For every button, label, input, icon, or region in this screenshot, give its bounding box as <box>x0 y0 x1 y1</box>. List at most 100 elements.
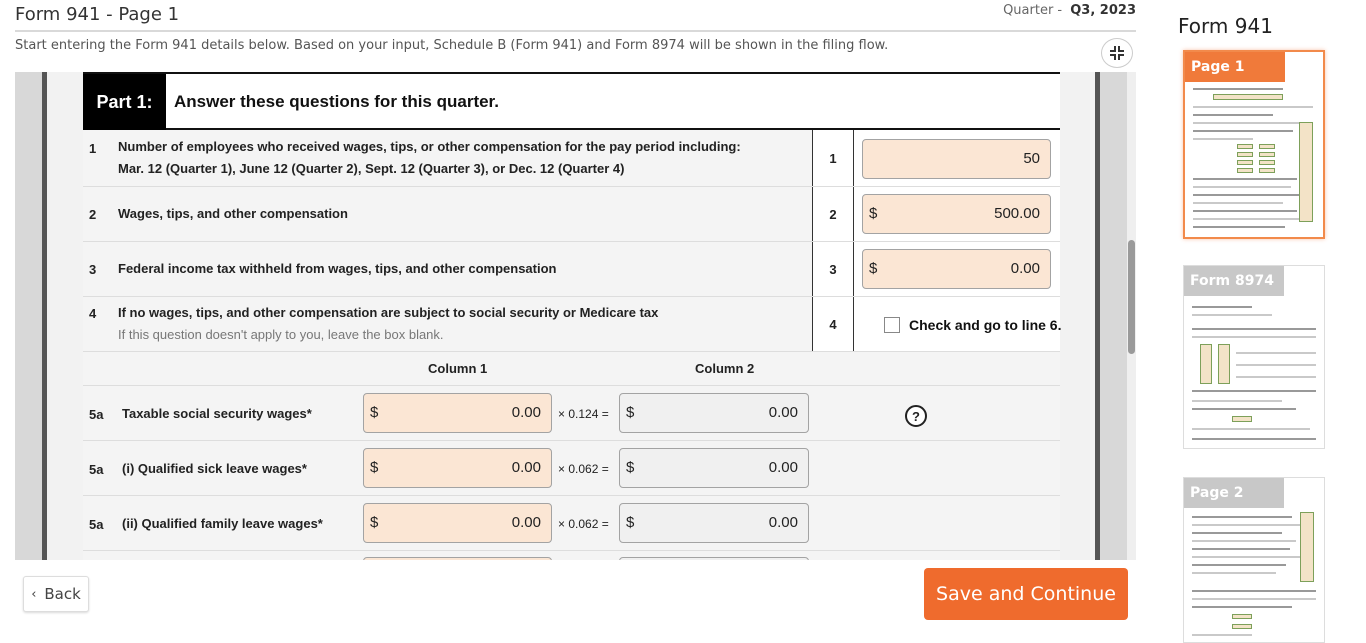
thumbnail-label: Form 8974 <box>1184 266 1284 296</box>
line-box-number: 4 <box>812 297 854 351</box>
line1-value-cell: 50 <box>854 130 1060 186</box>
line-box-number: 3 <box>812 242 854 296</box>
family-leave-col1-value: 0.00 <box>511 514 541 531</box>
line-box-number: 1 <box>812 130 854 186</box>
line5a-row: 5a Taxable social security wages* $ 0.00… <box>83 386 1060 441</box>
line1-label-text: Number of employees who received wages, … <box>118 139 741 154</box>
viewport-right-rail <box>1095 72 1131 560</box>
line-number: 5a <box>89 407 104 422</box>
line2-label: Wages, tips, and other compensation <box>118 206 348 221</box>
line1-label-text-2: Mar. 12 (Quarter 1), June 12 (Quarter 2)… <box>118 161 625 176</box>
thumbnail-page-2[interactable]: Page 2 <box>1183 477 1325 643</box>
federal-tax-withheld-value: 0.00 <box>1010 260 1040 277</box>
multiplier-text: × 0.062 = <box>558 517 609 531</box>
line2-value-cell: $ 500.00 <box>854 187 1060 241</box>
line3-label: Federal income tax withheld from wages, … <box>118 261 557 276</box>
quarter-indicator: Quarter - Q3, 2023 <box>1003 3 1136 18</box>
line4-label: If no wages, tips, and other compensatio… <box>118 302 808 346</box>
form-page: Part 1: Answer these questions for this … <box>83 72 1061 560</box>
line1-label: Number of employees who received wages, … <box>118 136 808 180</box>
collapse-arrows-icon <box>1110 46 1124 60</box>
thumbnail-form-8974[interactable]: Form 8974 <box>1183 265 1325 449</box>
line3-value-cell: $ 0.00 <box>854 242 1060 296</box>
sick-leave-col2-value: 0.00 <box>768 459 798 476</box>
multiplier-text: × 0.062 = <box>558 462 609 476</box>
line-number: 5a <box>89 462 104 477</box>
form-viewport[interactable]: Part 1: Answer these questions for this … <box>15 72 1136 560</box>
page-navigator-sidebar: Form 941 Page 1 Form 8974 Page 2 <box>1161 0 1366 643</box>
back-button[interactable]: ‹ Back <box>23 576 89 612</box>
help-icon[interactable]: ? <box>905 405 927 427</box>
line1-row: 1 Number of employees who received wages… <box>83 130 1060 187</box>
ss-wages-col2-field: $ 0.00 <box>619 393 809 433</box>
back-button-label: Back <box>44 585 81 603</box>
part1-label: Part 1: <box>83 74 166 130</box>
currency-symbol: $ <box>626 514 635 531</box>
line5a-ii-row: 5a (ii) Qualified family leave wages* $ … <box>83 496 1060 551</box>
line-number: 5a <box>89 517 104 532</box>
federal-tax-withheld-input[interactable]: $ 0.00 <box>862 249 1051 289</box>
no-wages-checkbox[interactable] <box>884 317 900 333</box>
family-leave-col2-value: 0.00 <box>768 514 798 531</box>
line5a-label: Taxable social security wages* <box>122 406 312 421</box>
form-8974-preview <box>1192 272 1316 442</box>
page-1-preview <box>1193 58 1315 231</box>
column1-header: Column 1 <box>428 361 488 376</box>
line-number: 4 <box>89 306 97 321</box>
currency-symbol: $ <box>869 205 878 222</box>
wages-input[interactable]: $ 500.00 <box>862 194 1051 234</box>
currency-symbol: $ <box>370 459 379 476</box>
line4-value-cell: Check and go to line 6. <box>854 297 1061 351</box>
line4-hint: If this question doesn't apply to you, l… <box>118 327 444 342</box>
line-number: 1 <box>89 141 97 156</box>
currency-symbol: $ <box>626 404 635 421</box>
next-col1-input[interactable] <box>363 557 552 560</box>
scrollbar-thumb[interactable] <box>1128 240 1135 354</box>
page-instructions: Start entering the Form 941 details belo… <box>15 38 889 53</box>
ss-wages-col2-value: 0.00 <box>768 404 798 421</box>
employee-count-input[interactable]: 50 <box>862 139 1051 179</box>
ss-wages-col1-value: 0.00 <box>511 404 541 421</box>
line4-label-text: If no wages, tips, and other compensatio… <box>118 305 659 320</box>
viewport-left-rail <box>15 72 47 560</box>
family-leave-col1-input[interactable]: $ 0.00 <box>363 503 552 543</box>
family-leave-col2-field: $ 0.00 <box>619 503 809 543</box>
line2-row: 2 Wages, tips, and other compensation 2 … <box>83 187 1060 242</box>
currency-symbol: $ <box>370 404 379 421</box>
currency-symbol: $ <box>370 514 379 531</box>
ss-wages-col1-input[interactable]: $ 0.00 <box>363 393 552 433</box>
save-and-continue-button[interactable]: Save and Continue <box>924 568 1128 620</box>
part1-title: Answer these questions for this quarter. <box>174 92 499 111</box>
next-row-partial <box>83 551 1060 560</box>
column-headers-row: Column 1 Column 2 <box>83 352 1060 386</box>
thumbnail-label: Page 1 <box>1185 52 1285 82</box>
form-scrollbar[interactable] <box>1127 72 1136 560</box>
line4-row: 4 If no wages, tips, and other compensat… <box>83 297 1061 352</box>
currency-symbol: $ <box>869 260 878 277</box>
part1-header: Part 1: Answer these questions for this … <box>83 72 1060 130</box>
header-divider <box>15 30 1136 32</box>
sick-leave-col1-value: 0.00 <box>511 459 541 476</box>
line3-row: 3 Federal income tax withheld from wages… <box>83 242 1060 297</box>
line-number: 3 <box>89 262 97 277</box>
currency-symbol: $ <box>626 459 635 476</box>
sick-leave-col2-field: $ 0.00 <box>619 448 809 488</box>
line5a-i-row: 5a (i) Qualified sick leave wages* $ 0.0… <box>83 441 1060 496</box>
sick-leave-col1-input[interactable]: $ 0.00 <box>363 448 552 488</box>
chevron-left-icon: ‹ <box>31 586 37 602</box>
thumbnail-page-1[interactable]: Page 1 <box>1183 50 1325 239</box>
collapse-view-button[interactable] <box>1101 38 1133 68</box>
quarter-value: Q3, 2023 <box>1070 3 1136 18</box>
employee-count-value: 50 <box>1023 150 1040 167</box>
next-col2-field <box>619 557 809 560</box>
wages-value: 500.00 <box>994 205 1040 222</box>
thumbnail-label: Page 2 <box>1184 478 1284 508</box>
line-number: 2 <box>89 207 97 222</box>
line5a-i-label: (i) Qualified sick leave wages* <box>122 461 307 476</box>
sidebar-title: Form 941 <box>1178 14 1273 38</box>
line-box-number: 2 <box>812 187 854 241</box>
no-wages-checkbox-label[interactable]: Check and go to line 6. <box>909 317 1061 333</box>
line5a-ii-label: (ii) Qualified family leave wages* <box>122 516 323 531</box>
column2-header: Column 2 <box>695 361 755 376</box>
page-title: Form 941 - Page 1 <box>15 4 180 25</box>
